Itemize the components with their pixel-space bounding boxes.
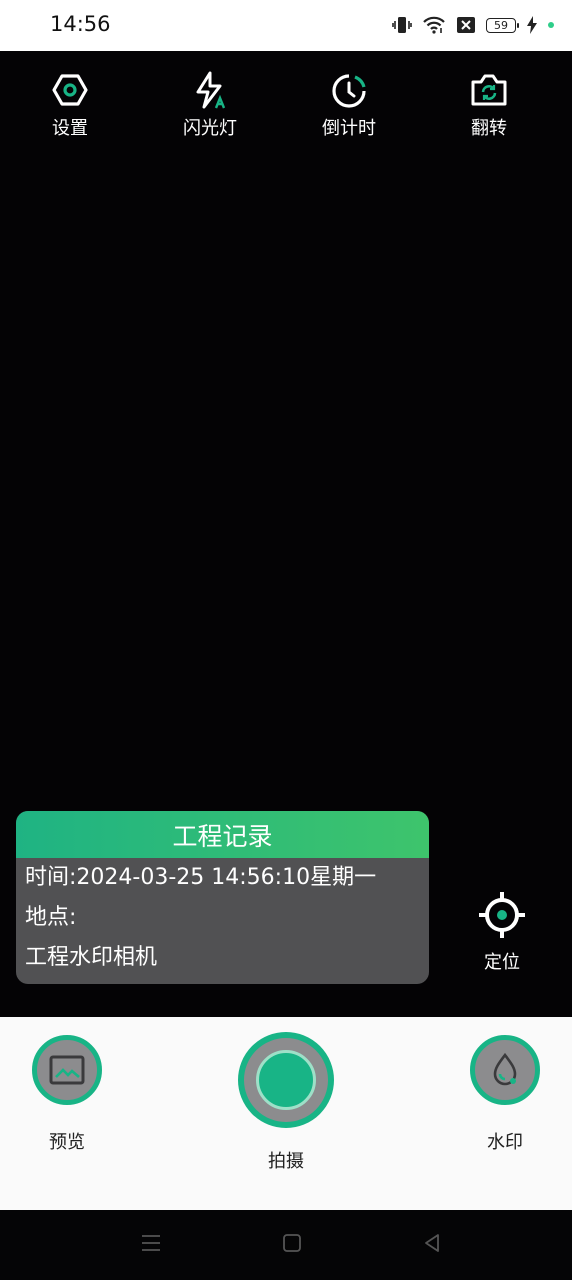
home-icon[interactable] bbox=[281, 1232, 303, 1254]
status-icons: 59 bbox=[392, 14, 554, 36]
wifi-icon bbox=[423, 16, 445, 34]
flash-button[interactable]: 闪光灯 bbox=[165, 70, 255, 140]
settings-icon bbox=[52, 74, 88, 106]
settings-button[interactable]: 设置 bbox=[25, 70, 115, 140]
status-bar: 14:56 59 bbox=[0, 0, 572, 51]
status-time: 14:56 bbox=[50, 12, 111, 36]
green-dot-indicator bbox=[548, 22, 554, 28]
watermark-location: 地点: bbox=[25, 905, 77, 930]
watermark-title: 工程记录 bbox=[16, 811, 429, 858]
flip-camera-button[interactable]: 翻转 bbox=[444, 70, 534, 140]
system-nav-bar bbox=[0, 1210, 572, 1280]
camera-toolbar: 设置 闪光灯 倒计时 翻转 bbox=[0, 70, 572, 150]
watermark-app-name: 工程水印相机 bbox=[25, 945, 158, 970]
gallery-icon bbox=[49, 1055, 85, 1085]
timer-button[interactable]: 倒计时 bbox=[304, 70, 394, 140]
battery-icon: 59 bbox=[486, 17, 519, 33]
flip-camera-icon bbox=[471, 74, 507, 106]
settings-label: 设置 bbox=[52, 118, 88, 139]
crosshair-icon bbox=[479, 892, 525, 938]
watermark-label: 水印 bbox=[487, 1132, 523, 1153]
preview-label: 预览 bbox=[49, 1132, 85, 1153]
menu-icon[interactable] bbox=[140, 1232, 162, 1254]
watermark-time: 时间:2024-03-25 14:56:10星期一 bbox=[25, 865, 377, 890]
shutter-inner bbox=[256, 1050, 316, 1110]
timer-icon bbox=[332, 74, 366, 108]
flip-label: 翻转 bbox=[471, 118, 507, 139]
flash-label: 闪光灯 bbox=[183, 118, 237, 139]
locate-button[interactable]: 定位 bbox=[470, 890, 534, 974]
battery-level: 59 bbox=[494, 18, 508, 32]
charging-icon bbox=[527, 16, 537, 34]
back-icon[interactable] bbox=[421, 1232, 443, 1254]
locate-label: 定位 bbox=[484, 952, 520, 973]
watermark-card[interactable]: 工程记录 时间:2024-03-25 14:56:10星期一 地点: 工程水印相… bbox=[16, 811, 429, 984]
shutter-label: 拍摄 bbox=[268, 1151, 304, 1172]
flash-auto-icon bbox=[196, 71, 226, 109]
bottom-controls: 预览 拍摄 水印 bbox=[0, 1017, 572, 1210]
water-drop-icon bbox=[493, 1052, 517, 1086]
shutter-button[interactable] bbox=[238, 1032, 334, 1128]
watermark-button[interactable] bbox=[470, 1035, 540, 1105]
vibrate-icon bbox=[392, 17, 412, 33]
timer-label: 倒计时 bbox=[322, 118, 376, 139]
preview-button[interactable] bbox=[32, 1035, 102, 1105]
sim-off-icon bbox=[457, 17, 475, 33]
